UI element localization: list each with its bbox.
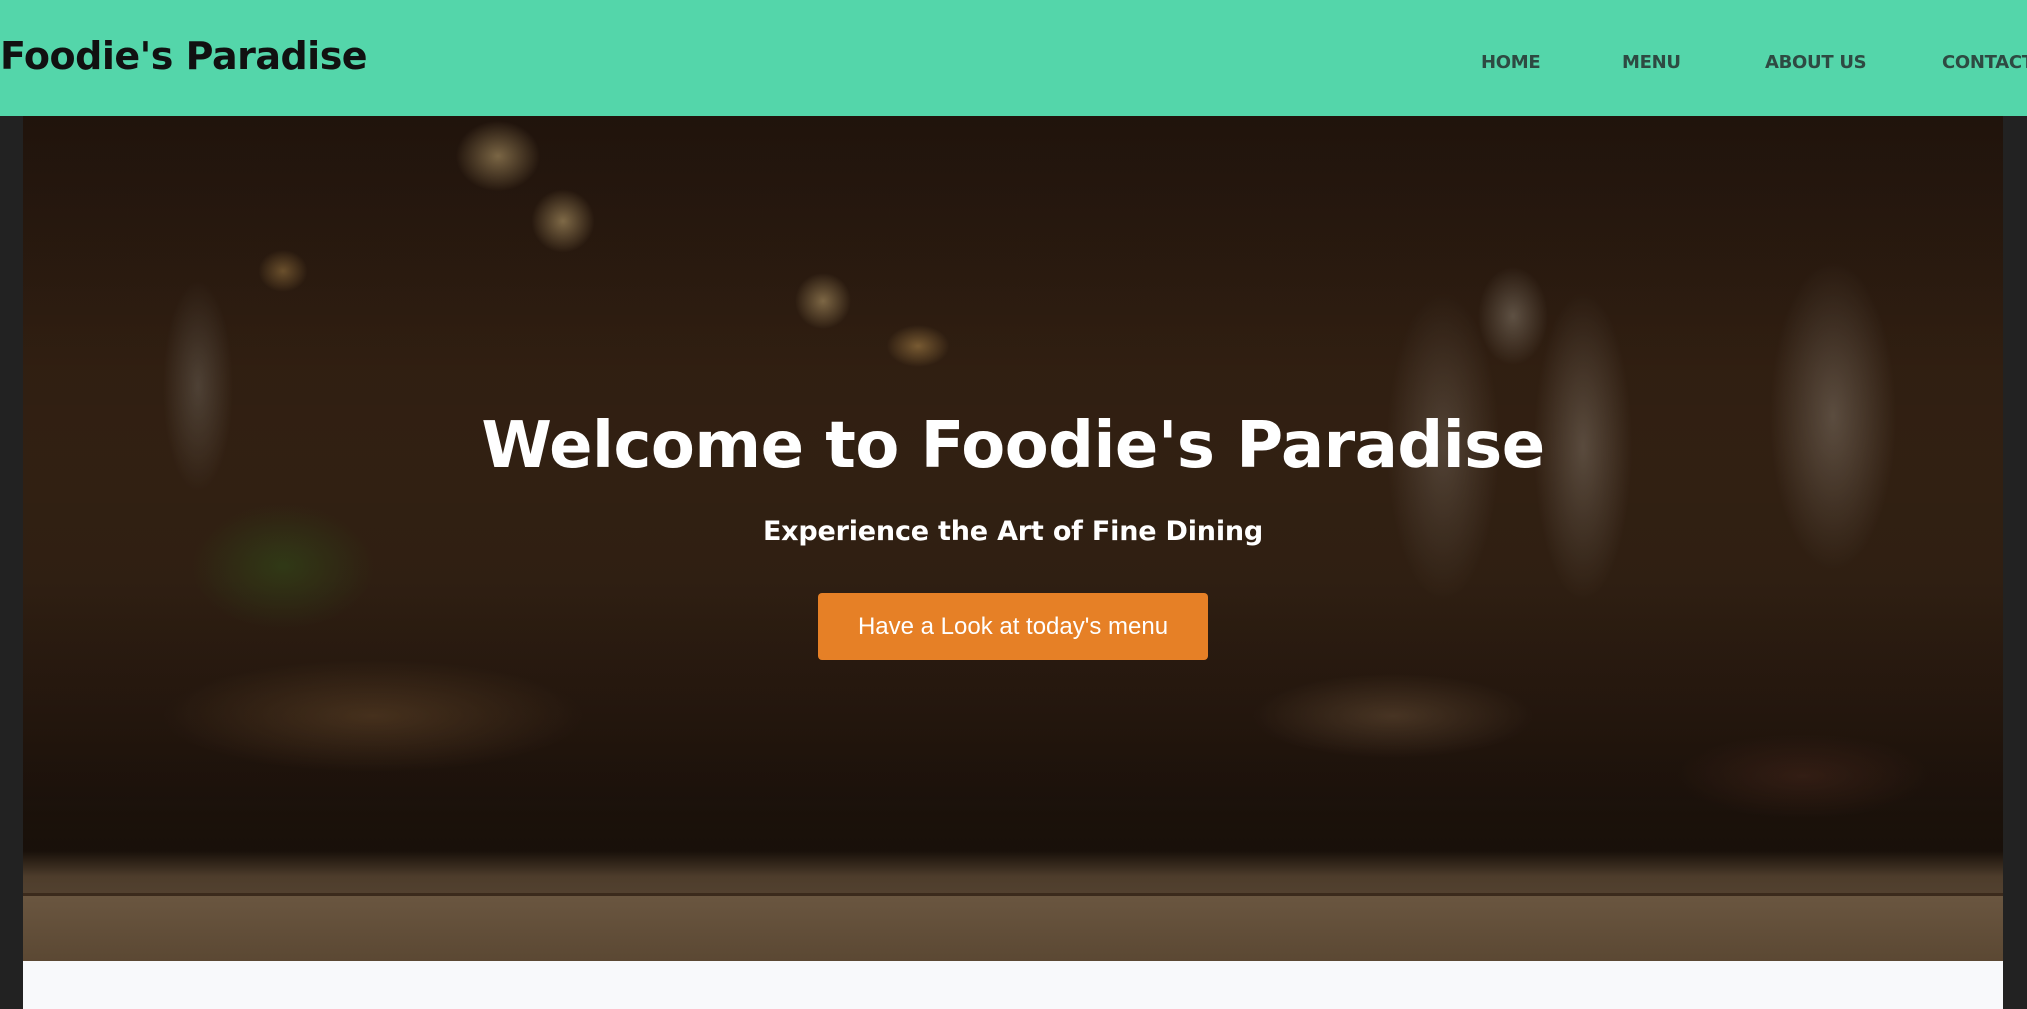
page-right-margin (2003, 116, 2027, 1009)
nav-link-contact[interactable]: CONTACT (1942, 52, 2027, 73)
view-menu-button[interactable]: Have a Look at today's menu (818, 593, 1208, 660)
hero-section: Welcome to Foodie's Paradise Experience … (23, 116, 2003, 961)
nav-link-about-us[interactable]: ABOUT US (1765, 52, 1867, 73)
nav-link-menu[interactable]: MENU (1622, 52, 1681, 73)
nav-link-home[interactable]: HOME (1481, 52, 1541, 73)
hero-subtitle: Experience the Art of Fine Dining (762, 516, 1264, 547)
navbar: Foodie's Paradise HOME MENU ABOUT US CON… (0, 0, 2027, 116)
page-left-margin (0, 116, 23, 1009)
hero-content: Welcome to Foodie's Paradise Experience … (23, 116, 2003, 961)
hero-title: Welcome to Foodie's Paradise (481, 409, 1545, 483)
site-logo-text[interactable]: Foodie's Paradise (0, 34, 368, 78)
next-section (23, 961, 2003, 1009)
